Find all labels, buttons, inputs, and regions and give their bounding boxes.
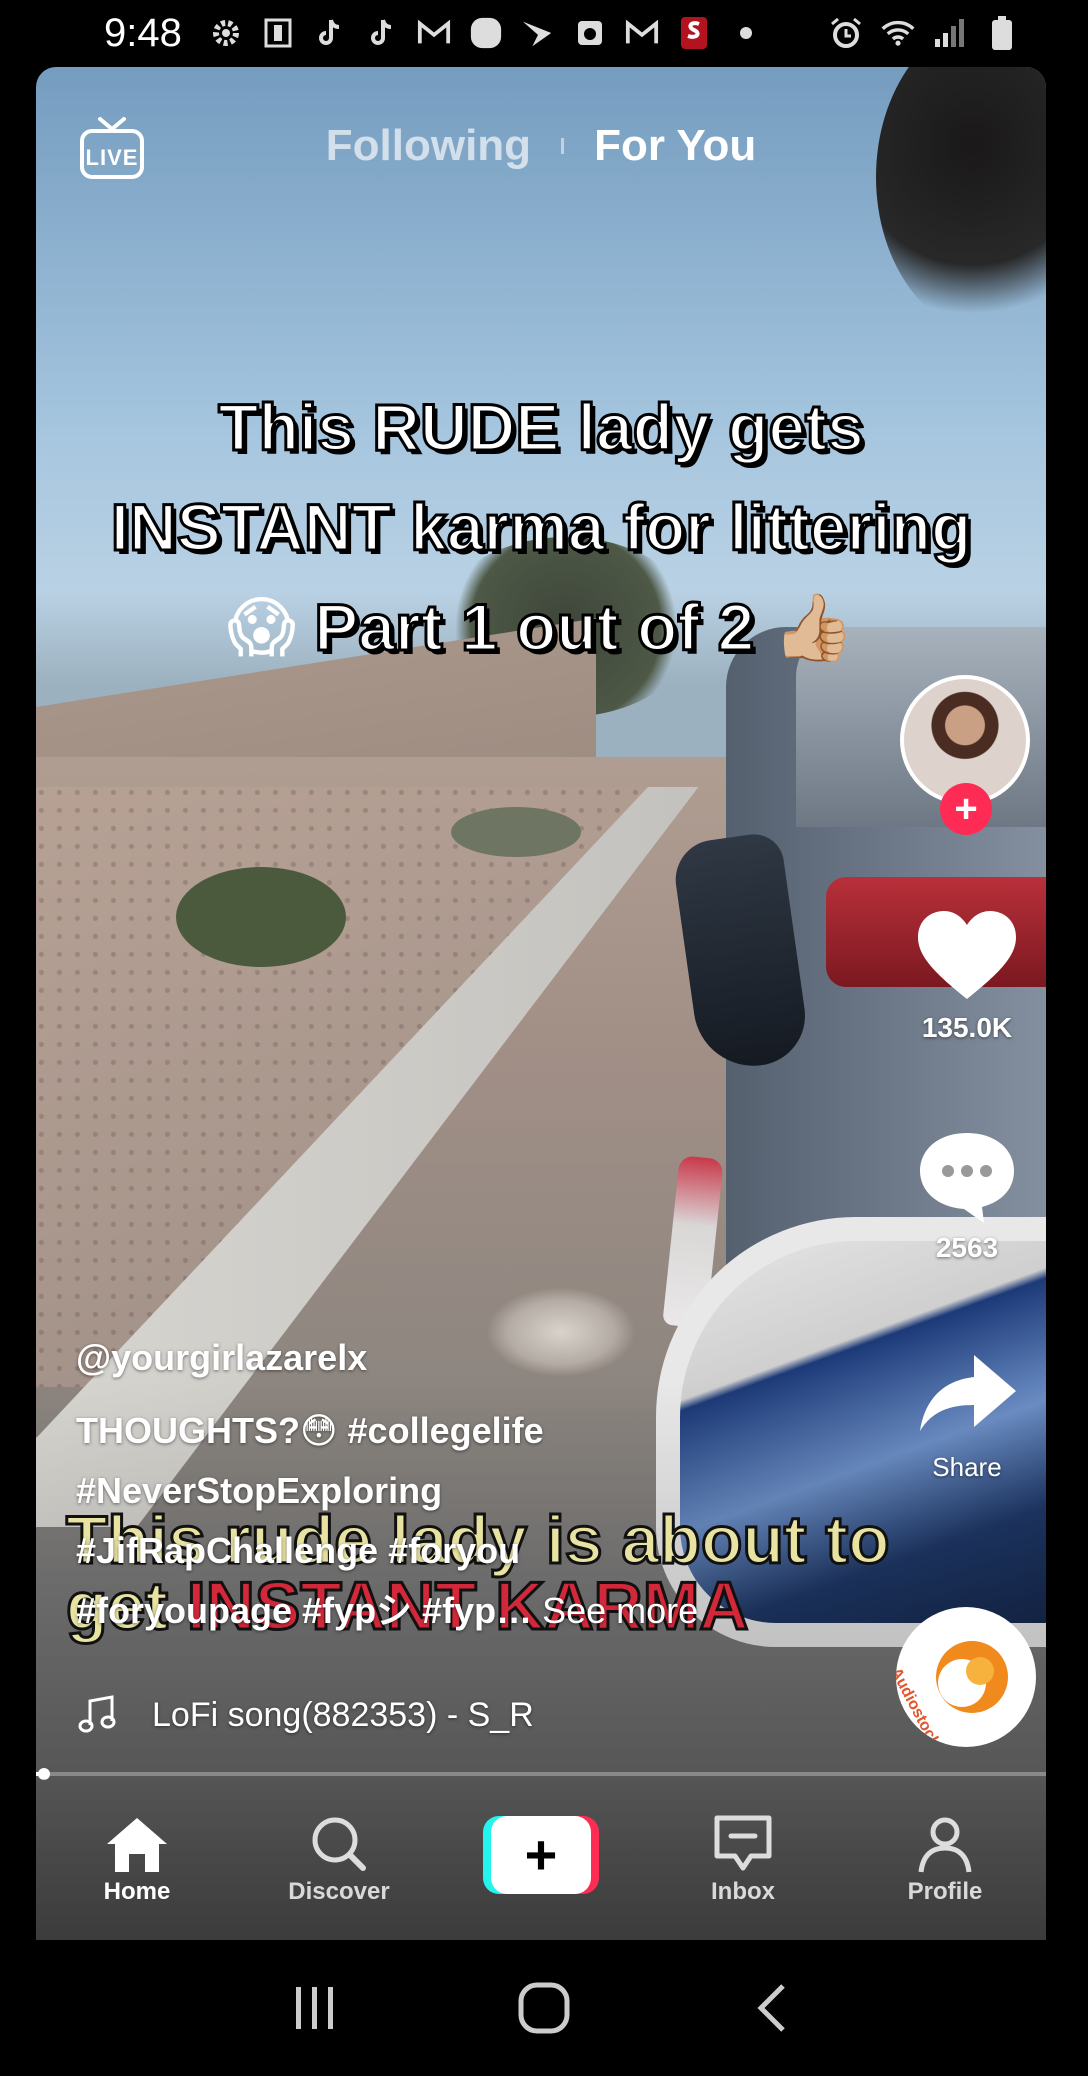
- recent-apps-button[interactable]: [275, 1968, 355, 2048]
- comment-icon: [920, 1133, 1014, 1223]
- profile-icon: [918, 1817, 972, 1872]
- stanford-icon: [677, 16, 711, 50]
- home-icon: [107, 1817, 167, 1872]
- home-system-button[interactable]: [504, 1968, 584, 2048]
- calendar-app-icon: [573, 16, 607, 50]
- flushed-emoji: 😳: [299, 1410, 338, 1451]
- desc-line4-tags[interactable]: #foryoupage #fypシ #fyp…: [76, 1590, 532, 1631]
- video-player[interactable]: LIVE Following For You This RUDE lady ge…: [36, 67, 1046, 1940]
- follow-button[interactable]: +: [940, 783, 992, 835]
- tab-following[interactable]: Following: [326, 121, 531, 171]
- swipe-app-icon: [521, 16, 555, 50]
- gmail-icon: [417, 16, 451, 50]
- like-button[interactable]: 135.0K: [892, 907, 1042, 1044]
- wifi-icon: [881, 16, 915, 50]
- action-rail: + 135.0K 2563 Share Audiostock: [892, 67, 1036, 1940]
- desc-line3[interactable]: #JifRapChallenge #foryou: [76, 1521, 896, 1581]
- back-button[interactable]: [733, 1968, 813, 2048]
- system-nav-bar: [0, 1940, 1088, 2076]
- music-title: LoFi song(882353) - S_R: [152, 1695, 534, 1734]
- comment-button[interactable]: 2563: [892, 1127, 1042, 1264]
- tiktok-icon: [313, 16, 347, 50]
- share-arrow-icon: [920, 1355, 1016, 1431]
- scream-emoji: 😱: [227, 590, 296, 664]
- nav-discover[interactable]: Discover: [264, 1814, 414, 1906]
- battery-icon: [985, 16, 1019, 50]
- desc-thoughts: THOUGHTS?: [76, 1410, 300, 1451]
- nav-discover-label: Discover: [288, 1877, 390, 1905]
- circle-app-icon: [469, 16, 503, 50]
- music-row[interactable]: LoFi song(882353) - S_R: [78, 1695, 534, 1735]
- video-progress-bar[interactable]: [36, 1768, 1046, 1780]
- like-count: 135.0K: [921, 1012, 1013, 1043]
- desc-line2[interactable]: #NeverStopExploring: [76, 1461, 896, 1521]
- nav-inbox-label: Inbox: [711, 1877, 775, 1905]
- status-bar: 9:48: [0, 0, 1088, 66]
- news-icon: [261, 16, 295, 50]
- sound-disc[interactable]: Audiostock: [896, 1607, 1036, 1747]
- nav-profile[interactable]: Profile: [870, 1814, 1020, 1906]
- gear-icon: [209, 16, 243, 50]
- overlay-title-line3-text: Part 1 out of 2: [313, 589, 756, 666]
- tiktok-icon: [365, 16, 399, 50]
- see-more-link[interactable]: See more: [542, 1590, 698, 1631]
- heart-icon: [918, 911, 1016, 999]
- hashtag-collegelife[interactable]: #collegelife: [348, 1410, 544, 1451]
- nav-home-label: Home: [103, 1877, 171, 1905]
- share-button[interactable]: Share: [892, 1347, 1042, 1483]
- search-icon: [312, 1817, 366, 1871]
- overlay-title-line1: This RUDE lady gets: [217, 389, 865, 466]
- share-label: Share: [932, 1452, 1002, 1482]
- comment-count: 2563: [935, 1232, 999, 1263]
- nav-home[interactable]: Home: [62, 1814, 212, 1906]
- gmail-icon: [625, 16, 659, 50]
- back-chevron-icon: [757, 1984, 786, 2032]
- post-description: THOUGHTS?😳 #collegelife #NeverStopExplor…: [76, 1401, 896, 1641]
- desc-line4: #foryoupage #fypシ #fyp… See more: [76, 1581, 896, 1641]
- thumbs-up-emoji: 👍🏼: [772, 590, 855, 664]
- dot-icon: [729, 16, 763, 50]
- create-plus-icon: +: [491, 1815, 591, 1894]
- desc-line1: THOUGHTS?😳 #collegelife: [76, 1401, 896, 1461]
- overlay-title-line2: INSTANT karma for littering: [109, 489, 973, 566]
- home-square-icon: [518, 1982, 570, 2034]
- post-meta: @yourgirlazarelx THOUGHTS?😳 #collegelife…: [76, 1337, 896, 1641]
- tab-divider: [561, 138, 565, 154]
- recent-apps-icon: [295, 1987, 333, 2029]
- overlay-title-line3: 😱 Part 1 out of 2 👍🏼: [50, 577, 1032, 677]
- inbox-icon: [714, 1815, 772, 1870]
- alarm-icon: [829, 16, 863, 50]
- bottom-nav: Home Discover + Inbox Profile: [36, 1779, 1046, 1940]
- nav-profile-label: Profile: [907, 1877, 983, 1905]
- music-note-icon: [78, 1695, 116, 1733]
- nav-inbox[interactable]: Inbox: [668, 1814, 818, 1906]
- author-handle[interactable]: @yourgirlazarelx: [76, 1337, 896, 1379]
- signal-icon: [933, 16, 967, 50]
- status-time: 9:48: [104, 10, 182, 55]
- tab-for-you[interactable]: For You: [594, 121, 756, 171]
- create-button[interactable]: +: [483, 1815, 599, 1894]
- nav-create[interactable]: +: [466, 1815, 616, 1894]
